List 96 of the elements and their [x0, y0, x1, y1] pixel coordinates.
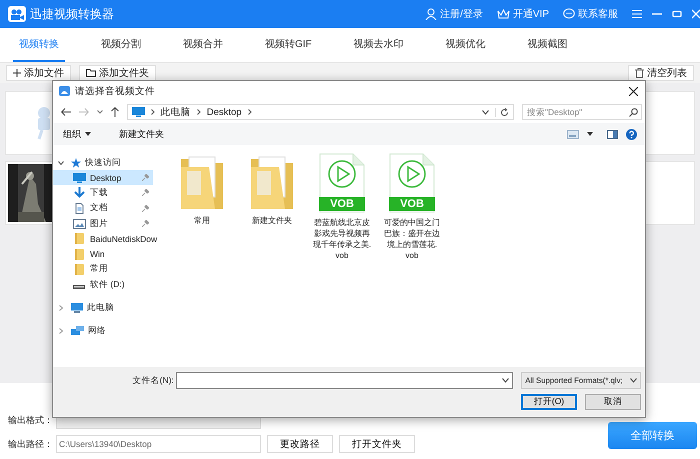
- video-placeholder-icon: [36, 106, 52, 140]
- file-type-label: VOB: [319, 197, 365, 211]
- nav-item[interactable]: Win: [53, 246, 153, 262]
- tab[interactable]: 视频截图: [522, 28, 574, 62]
- toolbar-button[interactable]: 新建文件夹: [115, 128, 168, 140]
- dialog-app-icon: [59, 86, 70, 96]
- maximize-icon[interactable]: [672, 9, 682, 19]
- nav-item[interactable]: 快速访问: [53, 155, 153, 170]
- toolbar-button[interactable]: 组织: [59, 128, 95, 140]
- file-name: 碧蓝航线北京皮 影戏先导视频再 现千年传承之美. vob: [312, 217, 372, 261]
- nav-label: 常用: [90, 263, 108, 276]
- trash-icon: [635, 68, 644, 78]
- nav-label: 快速访问: [85, 156, 121, 168]
- user-icon: [425, 8, 438, 20]
- folder-icon: [86, 69, 96, 77]
- folder-icon: [73, 264, 86, 275]
- dialog-button[interactable]: 打开(O): [521, 394, 577, 410]
- toolbar-button[interactable]: 添加文件夹: [79, 65, 156, 81]
- address-bar[interactable]: 此电脑 Desktop: [126, 104, 514, 120]
- toolbar-button[interactable]: 添加文件: [6, 65, 71, 81]
- file-item[interactable]: VOB 可爱的中国之门 巴族：盛开在边 境上的雪莲花. vob: [379, 153, 445, 261]
- nav-label: 下载: [90, 186, 108, 199]
- star-icon: [71, 158, 81, 168]
- image-icon: [73, 218, 86, 229]
- clear-list-button[interactable]: 清空列表: [628, 65, 694, 81]
- header-link[interactable]: 联系客服: [563, 7, 618, 21]
- nav-item[interactable]: Desktop: [53, 170, 153, 186]
- breadcrumb-item[interactable]: 此电脑: [160, 106, 191, 118]
- nav-label: 图片: [90, 218, 108, 230]
- tab[interactable]: 视频合并: [177, 28, 229, 62]
- dialog-title: 请选择音视频文件: [75, 84, 155, 98]
- file-name: 可爱的中国之门 巴族：盛开在边 境上的雪莲花. vob: [384, 217, 440, 261]
- caret-icon[interactable]: [587, 132, 593, 136]
- chevron-icon: [150, 109, 155, 115]
- search-field[interactable]: 搜索"Desktop": [522, 104, 642, 120]
- monitor-icon: [73, 172, 86, 183]
- file-item[interactable]: 新建文件夹: [239, 153, 305, 226]
- file-name: 常用: [194, 215, 210, 226]
- nav-item[interactable]: 下载: [53, 185, 153, 201]
- output-path-field[interactable]: C:\Users\13940\Desktop: [56, 435, 261, 453]
- file-name: 新建文件夹: [252, 215, 292, 226]
- caret-icon: [630, 378, 637, 383]
- plus-icon: [13, 69, 21, 77]
- monitor-icon: [71, 302, 83, 313]
- file-name-field[interactable]: [176, 372, 514, 389]
- camera-logo-icon: [8, 6, 26, 22]
- document-icon: [73, 202, 86, 214]
- up-icon[interactable]: [110, 107, 119, 117]
- refresh-icon[interactable]: [494, 108, 509, 116]
- dialog-button[interactable]: 取消: [585, 394, 641, 410]
- preview-pane-icon[interactable]: [607, 130, 618, 138]
- output-path-label: 输出路径：: [8, 438, 50, 450]
- back-icon[interactable]: [61, 108, 71, 116]
- nav-label: 软件 (D:): [90, 278, 125, 291]
- output-format-label: 输出格式：: [8, 414, 50, 426]
- file-item[interactable]: 常用: [169, 153, 235, 226]
- nav-item[interactable]: 常用: [53, 262, 153, 278]
- folder-icon: [73, 248, 86, 260]
- app-title: 迅捷视频转换器: [30, 6, 114, 22]
- breadcrumb-item[interactable]: Desktop: [206, 106, 242, 118]
- nav-item[interactable]: 软件 (D:): [53, 277, 153, 292]
- nav-label: Win: [90, 249, 105, 260]
- nav-label: 网络: [88, 324, 106, 337]
- file-type-label: VOB: [389, 197, 435, 211]
- monitor-icon: [132, 107, 145, 117]
- close-icon[interactable]: [629, 86, 638, 96]
- caret-icon[interactable]: [482, 110, 489, 114]
- tab[interactable]: 视频去水印: [348, 28, 410, 62]
- nav-label: Desktop: [90, 172, 122, 183]
- path-button[interactable]: 更改路径: [267, 435, 333, 453]
- nav-label: BaiduNetdiskDow: [90, 234, 158, 244]
- folder-icon: [73, 233, 86, 244]
- crown-icon: [496, 8, 510, 20]
- file-item[interactable]: VOB 碧蓝航线北京皮 影戏先导视频再 现千年传承之美. vob: [309, 153, 375, 261]
- caret-icon[interactable]: [502, 378, 510, 383]
- network-icon: [71, 326, 84, 336]
- nav-item[interactable]: 图片: [53, 216, 153, 232]
- nav-label: 此电脑: [87, 302, 114, 314]
- path-button[interactable]: 打开文件夹: [339, 435, 415, 453]
- nav-label: 文档: [90, 202, 108, 214]
- view-icon[interactable]: [567, 130, 579, 138]
- file-name-label: 文件名(N):: [132, 374, 174, 386]
- menu-icon[interactable]: [632, 9, 642, 19]
- chat-icon: [563, 8, 575, 20]
- chevron-icon: [248, 109, 252, 115]
- tab[interactable]: 视频转GIF: [259, 28, 318, 62]
- tab[interactable]: 视频分割: [95, 28, 147, 62]
- tab[interactable]: 视频优化: [440, 28, 492, 62]
- header-link[interactable]: 注册/登录: [425, 7, 483, 21]
- nav-item[interactable]: 网络: [53, 323, 153, 338]
- nav-item[interactable]: 此电脑: [53, 300, 153, 316]
- down-arrow-icon: [73, 187, 86, 198]
- header-link[interactable]: 开通VIP: [496, 7, 549, 21]
- nav-item[interactable]: 文档: [53, 200, 153, 216]
- chevron-icon: [196, 109, 201, 115]
- help-icon[interactable]: [626, 128, 637, 140]
